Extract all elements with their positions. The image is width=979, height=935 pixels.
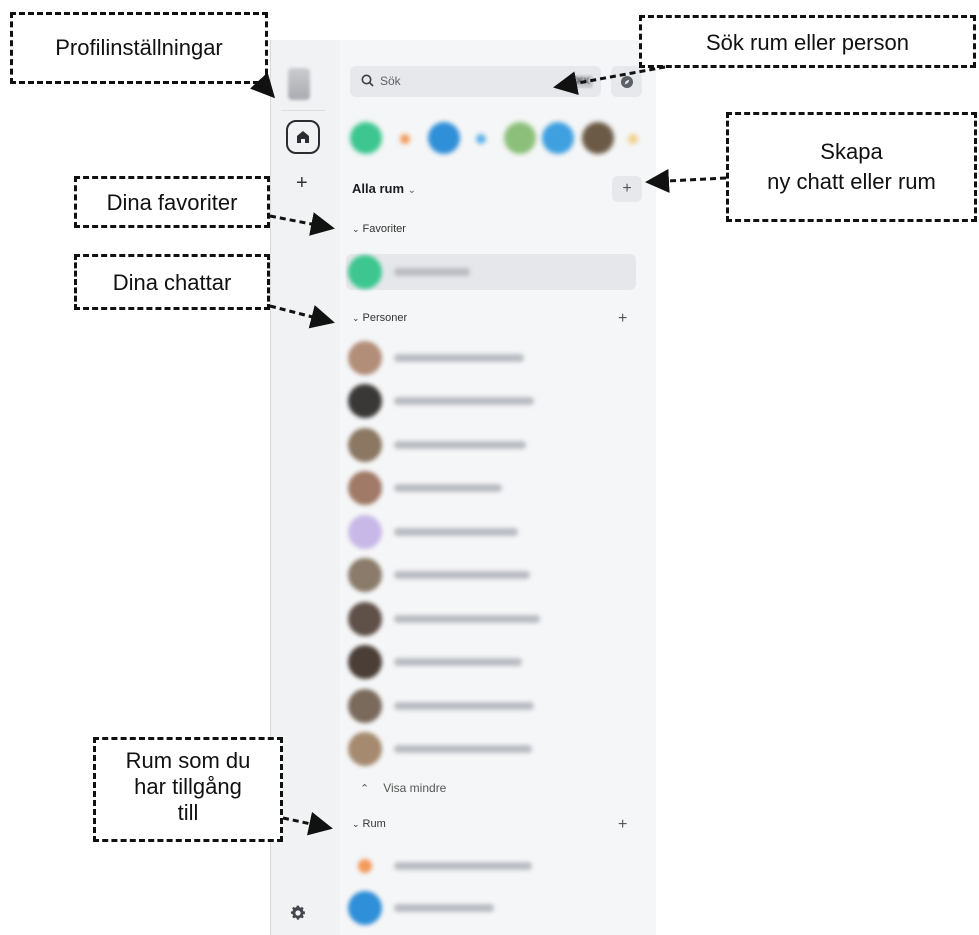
dm-row[interactable] <box>348 644 638 680</box>
section-favorites-label: Favoriter <box>362 223 406 235</box>
dm-row[interactable] <box>348 514 638 550</box>
dm-row[interactable] <box>348 470 638 506</box>
person-name-redacted <box>394 745 532 753</box>
plus-icon: + <box>618 816 628 833</box>
dm-row[interactable] <box>348 731 638 767</box>
callout-create-line2: ny chatt eller rum <box>767 169 936 194</box>
gear-icon <box>290 905 306 920</box>
dm-row[interactable] <box>348 557 638 593</box>
room-list-panel: Sök ⌘K Alla rum ⌄ + ⌄ Favoriter ⌄ Personer… <box>340 40 656 935</box>
callout-create-line1: Skapa <box>820 139 883 164</box>
person-name-redacted <box>394 658 522 666</box>
avatar <box>348 255 382 289</box>
avatar <box>348 732 382 766</box>
avatar <box>348 471 382 505</box>
space-avatar[interactable] <box>504 122 536 154</box>
callout-chats-text: Dina chattar <box>112 270 232 295</box>
avatar <box>348 428 382 462</box>
space-avatar[interactable] <box>350 122 382 154</box>
plus-icon: + <box>622 180 632 197</box>
section-people-header[interactable]: ⌄ Personer <box>352 312 407 324</box>
search-input[interactable]: Sök ⌘K <box>350 66 601 97</box>
show-less-button[interactable]: ⌃ Visa mindre <box>360 781 446 795</box>
dm-row[interactable] <box>348 601 638 637</box>
compass-icon <box>620 75 633 88</box>
callout-rooms-line2: har tillgång <box>134 774 242 799</box>
room-row[interactable] <box>348 890 638 926</box>
avatar <box>358 859 372 873</box>
dm-row[interactable] <box>348 340 638 376</box>
profile-avatar[interactable] <box>288 68 310 100</box>
space-avatar[interactable] <box>428 122 460 154</box>
callout-search: Sök rum eller person <box>639 15 976 68</box>
plus-icon: + <box>618 310 628 327</box>
space-avatar[interactable] <box>628 134 638 144</box>
rail-divider <box>281 110 325 111</box>
space-avatar[interactable] <box>476 134 486 144</box>
avatar <box>348 341 382 375</box>
callout-rooms: Rum som du har tillgång till <box>93 737 283 842</box>
settings-button[interactable] <box>289 904 307 927</box>
person-name-redacted <box>394 615 540 623</box>
dm-row[interactable] <box>348 383 638 419</box>
avatar <box>348 384 382 418</box>
chevron-down-icon: ⌄ <box>407 185 417 196</box>
callout-profile-settings: Profilinställningar <box>10 12 268 84</box>
room-row[interactable] <box>348 848 638 884</box>
person-name-redacted <box>394 397 534 405</box>
chevron-down-icon: ⌄ <box>352 224 360 234</box>
create-space-button[interactable]: + <box>296 173 308 193</box>
room-name-redacted <box>394 862 532 870</box>
add-room-button[interactable]: + <box>618 816 627 834</box>
arrow-create <box>645 168 727 193</box>
explore-rooms-button[interactable] <box>611 66 642 97</box>
person-name-redacted <box>394 354 524 362</box>
space-avatar[interactable] <box>582 122 614 154</box>
show-less-label: Visa mindre <box>383 781 447 795</box>
callout-search-text: Sök rum eller person <box>706 30 909 55</box>
all-rooms-filter[interactable]: Alla rum ⌄ <box>352 181 416 196</box>
callout-create: Skapa ny chatt eller rum <box>726 112 977 222</box>
section-favorites-header[interactable]: ⌄ Favoriter <box>352 223 406 235</box>
person-name-redacted <box>394 528 518 536</box>
all-rooms-label: Alla rum <box>352 181 405 196</box>
callout-rooms-line1: Rum som du <box>125 748 251 773</box>
avatar <box>348 515 382 549</box>
chevron-down-icon: ⌄ <box>352 819 360 829</box>
avatar <box>348 689 382 723</box>
dm-row[interactable] <box>348 427 638 463</box>
avatar <box>348 602 382 636</box>
room-name-redacted <box>394 268 470 276</box>
person-name-redacted <box>394 484 502 492</box>
chevron-up-icon: ⌃ <box>360 783 370 795</box>
room-name-redacted <box>394 904 494 912</box>
callout-profile-text: Profilinställningar <box>55 35 223 60</box>
compose-button[interactable]: + <box>612 176 642 202</box>
favorite-room-row[interactable] <box>348 254 638 290</box>
avatar <box>348 558 382 592</box>
add-person-button[interactable]: + <box>618 310 627 328</box>
shortcut-badge: ⌘K <box>572 75 593 88</box>
callout-rooms-line3: till <box>177 800 199 825</box>
callout-favorites-text: Dina favoriter <box>106 190 238 215</box>
person-name-redacted <box>394 441 526 449</box>
callout-favorites: Dina favoriter <box>74 176 270 228</box>
dm-row[interactable] <box>348 688 638 724</box>
section-people-label: Personer <box>362 312 408 324</box>
chevron-down-icon: ⌄ <box>352 313 360 323</box>
space-avatar-strip <box>346 118 652 158</box>
avatar <box>348 891 382 925</box>
avatar <box>348 645 382 679</box>
callout-chats: Dina chattar <box>74 254 270 310</box>
home-button[interactable] <box>286 120 320 154</box>
search-placeholder: Sök <box>380 74 401 88</box>
person-name-redacted <box>394 702 534 710</box>
person-name-redacted <box>394 571 530 579</box>
search-icon <box>361 74 374 87</box>
space-avatar[interactable] <box>542 122 574 154</box>
home-icon <box>297 131 309 143</box>
section-rooms-header[interactable]: ⌄ Rum <box>352 818 386 830</box>
section-rooms-label: Rum <box>362 818 386 830</box>
space-avatar[interactable] <box>400 134 410 144</box>
